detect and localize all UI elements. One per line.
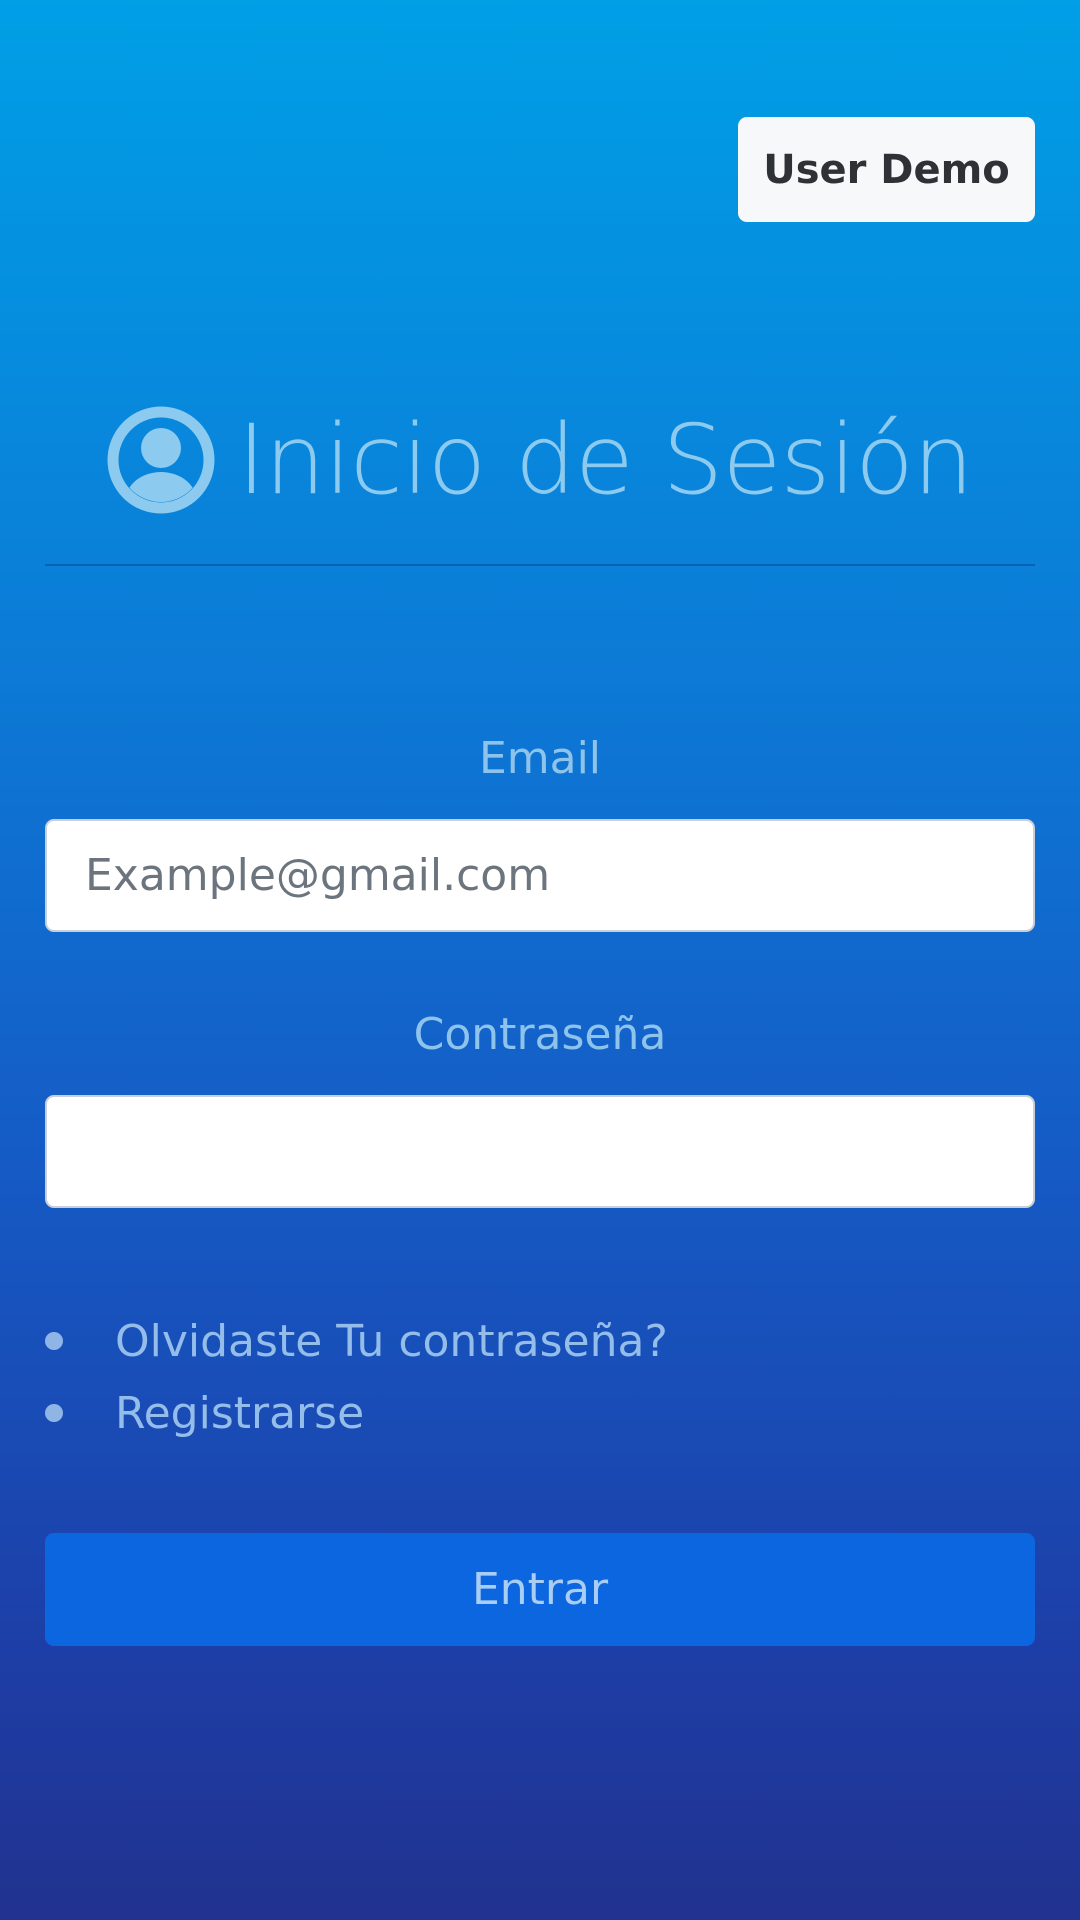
user-circle-icon xyxy=(107,406,215,514)
login-submit-button[interactable]: Entrar xyxy=(45,1533,1035,1646)
auth-links-list: Olvidaste Tu contraseña? Registrarse xyxy=(45,1305,668,1449)
email-label: Email xyxy=(478,733,602,784)
bullet-icon xyxy=(45,1332,63,1350)
login-title: Inicio de Sesión xyxy=(0,400,1080,520)
list-item: Olvidaste Tu contraseña? xyxy=(45,1305,668,1377)
page-title: Inicio de Sesión xyxy=(237,404,973,516)
user-demo-button[interactable]: User Demo xyxy=(738,117,1035,222)
password-field[interactable] xyxy=(45,1095,1035,1208)
forgot-password-link[interactable]: Olvidaste Tu contraseña? xyxy=(115,1316,668,1367)
register-link[interactable]: Registrarse xyxy=(115,1388,364,1439)
password-label: Contraseña xyxy=(413,1009,667,1060)
title-divider xyxy=(45,564,1035,566)
bullet-icon xyxy=(45,1404,63,1422)
email-field[interactable] xyxy=(45,819,1035,932)
list-item: Registrarse xyxy=(45,1377,668,1449)
